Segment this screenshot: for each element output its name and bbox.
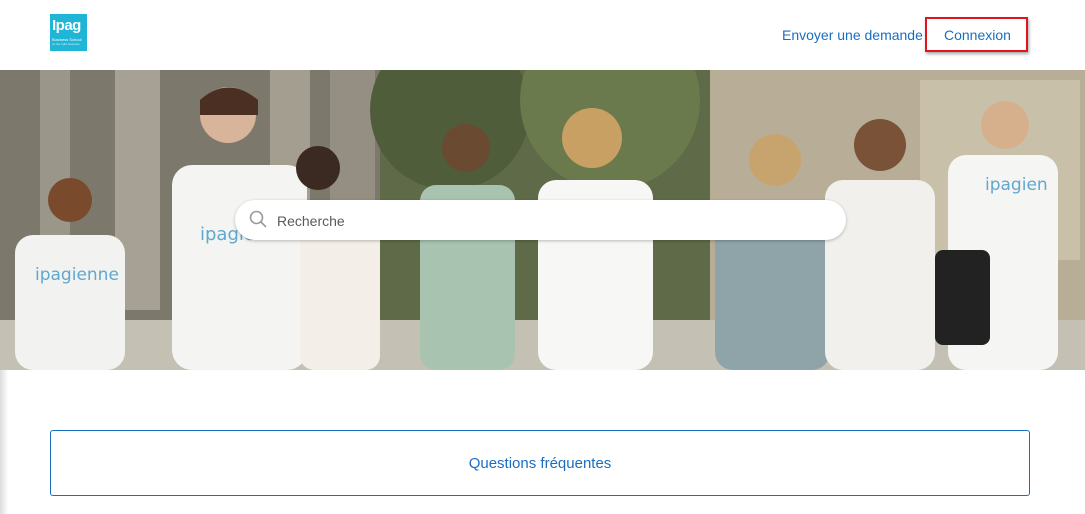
site-header: Ipag Business School on the right busine… — [0, 0, 1085, 70]
sign-in-link[interactable]: Connexion — [944, 27, 1011, 43]
ipag-logo[interactable]: Ipag Business School on the right busine… — [50, 14, 87, 51]
logo-word: Ipag — [52, 17, 81, 34]
hero-banner: ipagienne ipagien ipagien — [0, 70, 1085, 370]
search-icon — [249, 210, 267, 228]
shirt-print-3: ipagien — [985, 175, 1048, 195]
shirt-print-1: ipagienne — [35, 265, 119, 285]
search-bar[interactable] — [235, 200, 846, 240]
faq-label: Questions fréquentes — [468, 455, 612, 472]
logo-tagline: on the right business — [52, 42, 80, 46]
submit-request-link[interactable]: Envoyer une demande — [782, 27, 923, 43]
search-input[interactable] — [275, 208, 829, 234]
faq-button[interactable]: Questions fréquentes — [50, 430, 1030, 496]
